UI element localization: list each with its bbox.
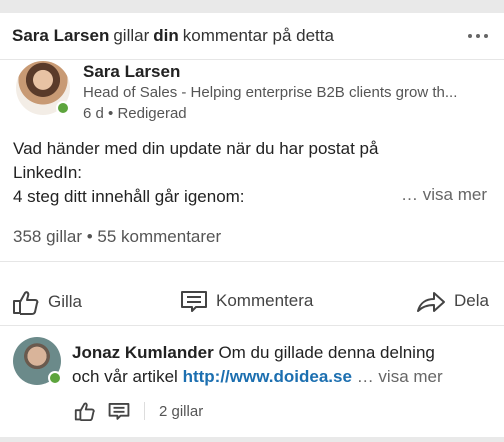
comment-body: Jonaz Kumlander Om du gillade denna deln… (72, 341, 492, 389)
reply-icon[interactable] (108, 401, 130, 421)
see-more-link[interactable]: … visa mer (401, 185, 487, 205)
commenter-name[interactable]: Jonaz Kumlander (72, 343, 214, 362)
author-headline: Head of Sales - Helping enterprise B2B c… (83, 84, 458, 101)
comment-button[interactable]: Kommentera (180, 289, 313, 313)
action-bar: Gilla Kommentera Dela (0, 275, 504, 327)
like-label: Gilla (48, 292, 83, 311)
divider (0, 59, 504, 60)
activity-rest: kommentar på detta (182, 26, 334, 45)
post-line: Vad händer med din update när du har pos… (13, 139, 379, 158)
online-status-icon (56, 101, 70, 115)
comment-actions: 2 gillar (72, 399, 203, 423)
divider (0, 325, 504, 326)
social-counts[interactable]: 358 gillar • 55 kommentarer (13, 227, 221, 247)
more-options-icon[interactable] (468, 34, 488, 38)
share-icon (417, 292, 445, 312)
actor-name[interactable]: Sara Larsen (12, 26, 109, 46)
thumbs-up-icon[interactable] (74, 401, 96, 421)
comment-text: och vår artikel (72, 367, 178, 386)
feed-card: Sara Larsen gillar din kommentar på dett… (0, 13, 504, 437)
share-button[interactable]: Dela (416, 289, 489, 313)
author-name[interactable]: Sara Larsen (83, 62, 180, 82)
comment-icon (181, 291, 207, 312)
comment-likes[interactable]: 2 gillar (159, 403, 203, 420)
online-status-icon (48, 371, 62, 385)
commenter-avatar[interactable] (13, 337, 62, 385)
thumbs-up-icon (13, 291, 39, 315)
like-button[interactable]: Gilla (12, 289, 82, 315)
activity-owner: din (153, 26, 179, 45)
activity-header: Sara Larsen gillar din kommentar på dett… (12, 24, 492, 48)
comment-link[interactable]: http://www.doidea.se (183, 367, 352, 386)
separator (144, 402, 145, 420)
comment-label: Kommentera (216, 291, 314, 310)
feed-gap (0, 437, 504, 442)
comment-text: Om du gillade denna delning (218, 343, 435, 362)
divider (0, 261, 504, 262)
author-avatar[interactable] (16, 61, 70, 115)
share-label: Dela (454, 291, 489, 310)
activity-verb: gillar (113, 26, 150, 45)
see-more-link[interactable]: … visa mer (357, 367, 443, 386)
post-line: LinkedIn: (13, 163, 82, 182)
post-meta: 6 d • Redigerad (83, 105, 187, 122)
